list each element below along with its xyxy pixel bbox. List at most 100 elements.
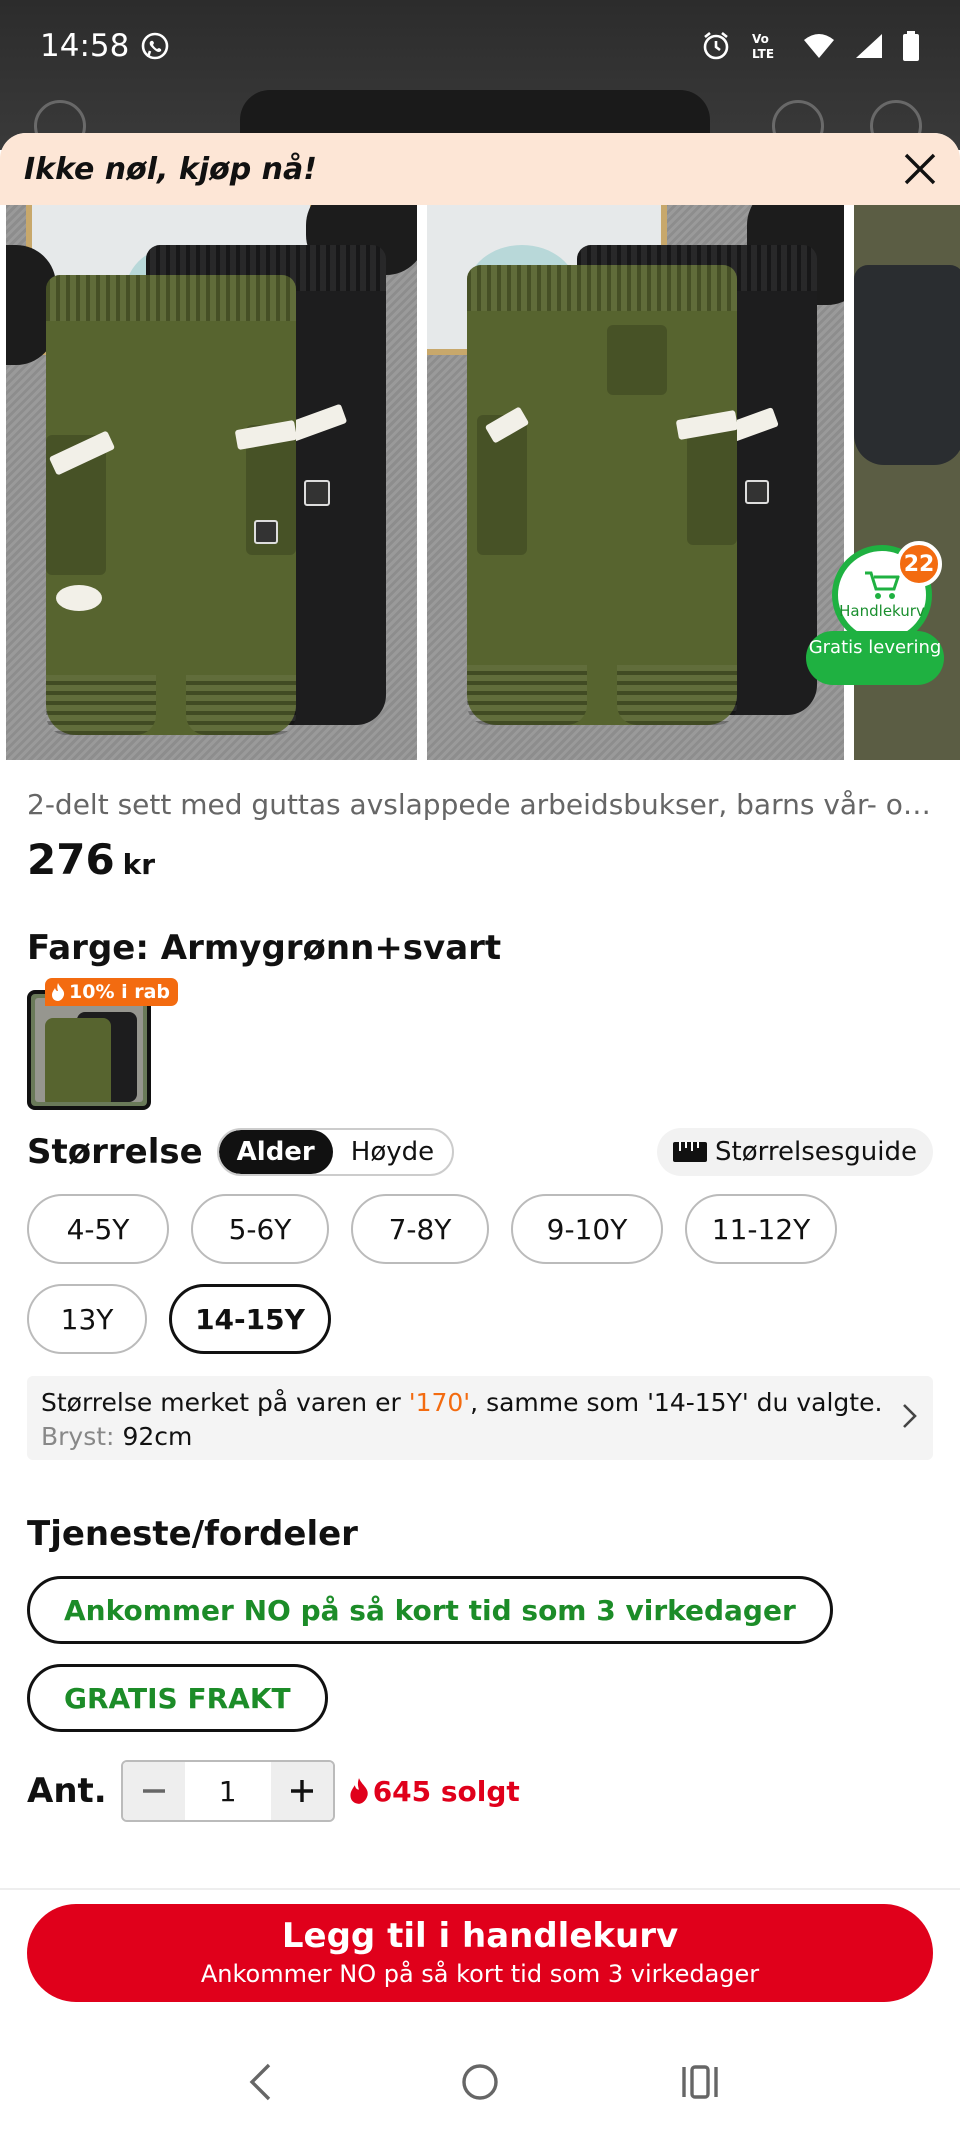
add-to-cart-label: Legg til i handlekurv: [281, 1916, 679, 1956]
color-label: Farge: Armygrønn+svart: [27, 928, 502, 968]
size-options: 4-5Y 5-6Y 7-8Y 9-10Y 11-12Y 13Y 14-15Y: [27, 1194, 933, 1354]
size-info-line: Størrelse merket på varen er '170', samm…: [41, 1386, 919, 1420]
quantity-row: Ant. 1 645 solgt: [27, 1760, 933, 1822]
status-time: 14:58: [40, 28, 130, 64]
battery-icon: [903, 31, 919, 61]
services-list: Ankommer NO på så kort tid som 3 virkeda…: [27, 1554, 933, 1644]
add-to-cart-button[interactable]: Legg til i handlekurv Ankommer NO på så …: [27, 1904, 933, 2002]
service-fast-delivery[interactable]: Ankommer NO på så kort tid som 3 virkeda…: [27, 1576, 833, 1644]
promo-banner: Ikke nøl, kjøp nå!: [0, 133, 960, 205]
size-left: Størrelse Alder Høyde: [27, 1128, 455, 1176]
close-button[interactable]: [900, 149, 940, 189]
chevron-right-icon: [903, 1404, 917, 1428]
cart-count-badge: 22: [896, 541, 942, 587]
footer-divider: [0, 1888, 960, 1890]
size-info-highlight: '170': [408, 1388, 471, 1417]
nav-home-button[interactable]: [440, 2052, 520, 2112]
sold-text: 645 solgt: [372, 1774, 520, 1808]
decrease-button[interactable]: [122, 1762, 185, 1820]
logo-patch: [56, 585, 102, 611]
volte-icon: Vo LTE: [752, 32, 774, 61]
product-photo-2[interactable]: [427, 205, 844, 760]
plus-icon: [290, 1780, 313, 1802]
viber-icon: [142, 32, 169, 60]
discount-text: 10% i rab: [69, 981, 171, 1003]
chest-line: Bryst: 92cm: [41, 1420, 919, 1454]
promo-text: Ikke nøl, kjøp nå!: [24, 151, 317, 187]
screen: 14:58 Vo LTE Ikke nøl, kjøp nå! 22 Handl…: [0, 0, 960, 2134]
add-to-cart-sublabel: Ankommer NO på så kort tid som 3 virkeda…: [200, 1960, 760, 1988]
size-label: Størrelse: [27, 1132, 203, 1172]
size-unit-toggle: Alder Høyde: [216, 1128, 455, 1176]
product-title[interactable]: 2-delt sett med guttas avslappede arbeid…: [27, 788, 933, 821]
size-info-box[interactable]: Størrelse merket på varen er '170', samm…: [27, 1376, 933, 1460]
quantity-stepper: 1: [120, 1760, 335, 1822]
back-pocket: [607, 325, 667, 395]
size-option-5-6y[interactable]: 5-6Y: [191, 1194, 329, 1264]
signal-icon: [856, 34, 882, 58]
toggle-height[interactable]: Høyde: [333, 1130, 452, 1174]
sold-count: 645 solgt: [349, 1775, 520, 1808]
photo-green-pants: [46, 275, 298, 735]
thumb-green-pants: [45, 1018, 111, 1102]
wifi-icon: [804, 34, 834, 58]
size-option-9-10y[interactable]: 9-10Y: [511, 1194, 663, 1264]
product-info: 2-delt sett med guttas avslappede arbeid…: [0, 788, 960, 1822]
quantity-label: Ant.: [27, 1771, 107, 1811]
service-free-shipping[interactable]: GRATIS FRAKT: [27, 1664, 328, 1732]
size-option-7-8y[interactable]: 7-8Y: [351, 1194, 489, 1264]
size-header: Størrelse Alder Høyde Størrelsesguide: [27, 1128, 933, 1176]
discount-badge: 10% i rab: [45, 978, 179, 1006]
recents-icon: [682, 2065, 718, 2099]
system-nav-bar: [0, 2030, 960, 2134]
services-list-2: GRATIS FRAKT: [27, 1644, 933, 1732]
product-image-gallery[interactable]: 22 Handlekurv Gratis levering: [0, 205, 960, 760]
size-option-11-12y[interactable]: 11-12Y: [685, 1194, 837, 1264]
fire-icon: [52, 983, 65, 1001]
size-option-13y[interactable]: 13Y: [27, 1284, 147, 1354]
close-icon: [904, 153, 936, 185]
quantity-value[interactable]: 1: [185, 1762, 271, 1820]
color-swatch-armygreen-black[interactable]: 10% i rab: [27, 978, 179, 1110]
home-icon: [462, 2064, 498, 2100]
swatch-thumbnail: [35, 998, 143, 1102]
free-shipping-badge: Gratis levering: [806, 631, 944, 685]
cuff: [186, 675, 296, 735]
product-sheet: Ikke nøl, kjøp nå! 22 Handlekurv Gratis …: [0, 133, 960, 1888]
product-photo-1[interactable]: [6, 205, 417, 760]
services-title: Tjeneste/fordeler: [27, 1514, 358, 1554]
photo-green-pants: [467, 265, 739, 725]
product-price: 276: [27, 835, 115, 884]
nav-back-button[interactable]: [220, 2052, 300, 2112]
status-icons: Vo LTE: [700, 30, 920, 62]
waistband: [467, 265, 737, 311]
chest-label: Bryst:: [41, 1422, 115, 1451]
size-info-suffix: , samme som '14-15Y' du valgte.: [470, 1388, 883, 1417]
pant-label: [254, 520, 278, 544]
svg-text:Vo: Vo: [752, 32, 769, 46]
minus-icon: [142, 1789, 165, 1793]
status-time-group: 14:58: [40, 28, 171, 64]
floating-cart-button[interactable]: 22 Handlekurv Gratis levering: [806, 541, 944, 685]
waistband: [46, 275, 296, 321]
pant-label: [304, 480, 330, 506]
ruler-icon: [673, 1142, 708, 1162]
svg-text:LTE: LTE: [752, 47, 774, 61]
cart-label: Handlekurv: [839, 602, 925, 620]
cuff: [467, 665, 587, 725]
size-option-4-5y[interactable]: 4-5Y: [27, 1194, 169, 1264]
status-bar: 14:58 Vo LTE: [0, 0, 960, 92]
price-currency: kr: [122, 848, 156, 881]
size-guide-button[interactable]: Størrelsesguide: [657, 1128, 933, 1176]
price-row: 276 kr: [27, 835, 933, 884]
chest-value: 92cm: [122, 1422, 193, 1451]
cart-circle: 22 Handlekurv: [832, 541, 942, 645]
nav-recents-button[interactable]: [660, 2052, 740, 2112]
fire-icon: [350, 1778, 368, 1804]
size-option-14-15y[interactable]: 14-15Y: [169, 1284, 331, 1354]
cuff: [617, 665, 737, 725]
increase-button[interactable]: [270, 1762, 333, 1820]
pant-label: [745, 480, 769, 504]
toggle-age[interactable]: Alder: [218, 1130, 333, 1174]
back-icon: [249, 2063, 271, 2101]
